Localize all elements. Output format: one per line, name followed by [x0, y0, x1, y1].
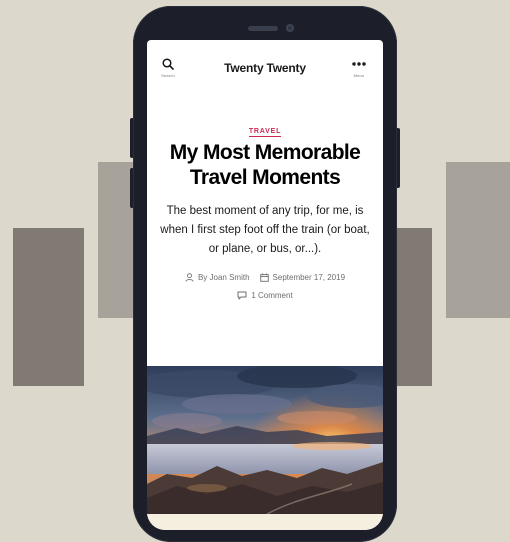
category-link[interactable]: TRAVEL — [248, 128, 282, 137]
comment-bubble-icon — [237, 291, 247, 300]
menu-toggle[interactable]: Menu — [347, 58, 371, 78]
landscape-photo — [147, 366, 383, 514]
calendar-icon — [259, 273, 269, 282]
person-icon — [185, 273, 194, 282]
site-header: Search Twenty Twenty Menu — [147, 40, 383, 90]
post-title[interactable]: My Most Memorable Travel Moments — [153, 140, 377, 190]
post-category[interactable]: TRAVEL — [147, 120, 383, 137]
post-excerpt: The best moment of any trip, for me, is … — [160, 205, 370, 255]
post-author[interactable]: By Joan Smith — [185, 273, 250, 282]
background-block — [446, 162, 510, 318]
post-date[interactable]: September 17, 2019 — [259, 273, 346, 282]
page-bottom — [147, 514, 383, 530]
phone-screen: Search Twenty Twenty Menu TRAVEL My Most… — [147, 40, 383, 530]
phone-frame: Search Twenty Twenty Menu TRAVEL My Most… — [133, 6, 397, 542]
phone-speaker — [248, 26, 278, 31]
post-meta: By Joan Smith September 17, 2019 — [147, 273, 383, 282]
date-text[interactable]: September 17, 2019 — [273, 273, 346, 282]
phone-camera — [286, 24, 294, 32]
post-comments[interactable]: 1 Comment — [147, 291, 383, 300]
author-text[interactable]: By Joan Smith — [198, 273, 250, 282]
background-block — [13, 228, 84, 386]
menu-label: Menu — [353, 73, 365, 78]
more-dots-icon — [352, 62, 366, 66]
featured-image[interactable] — [147, 366, 383, 514]
comments-text[interactable]: 1 Comment — [251, 291, 292, 300]
